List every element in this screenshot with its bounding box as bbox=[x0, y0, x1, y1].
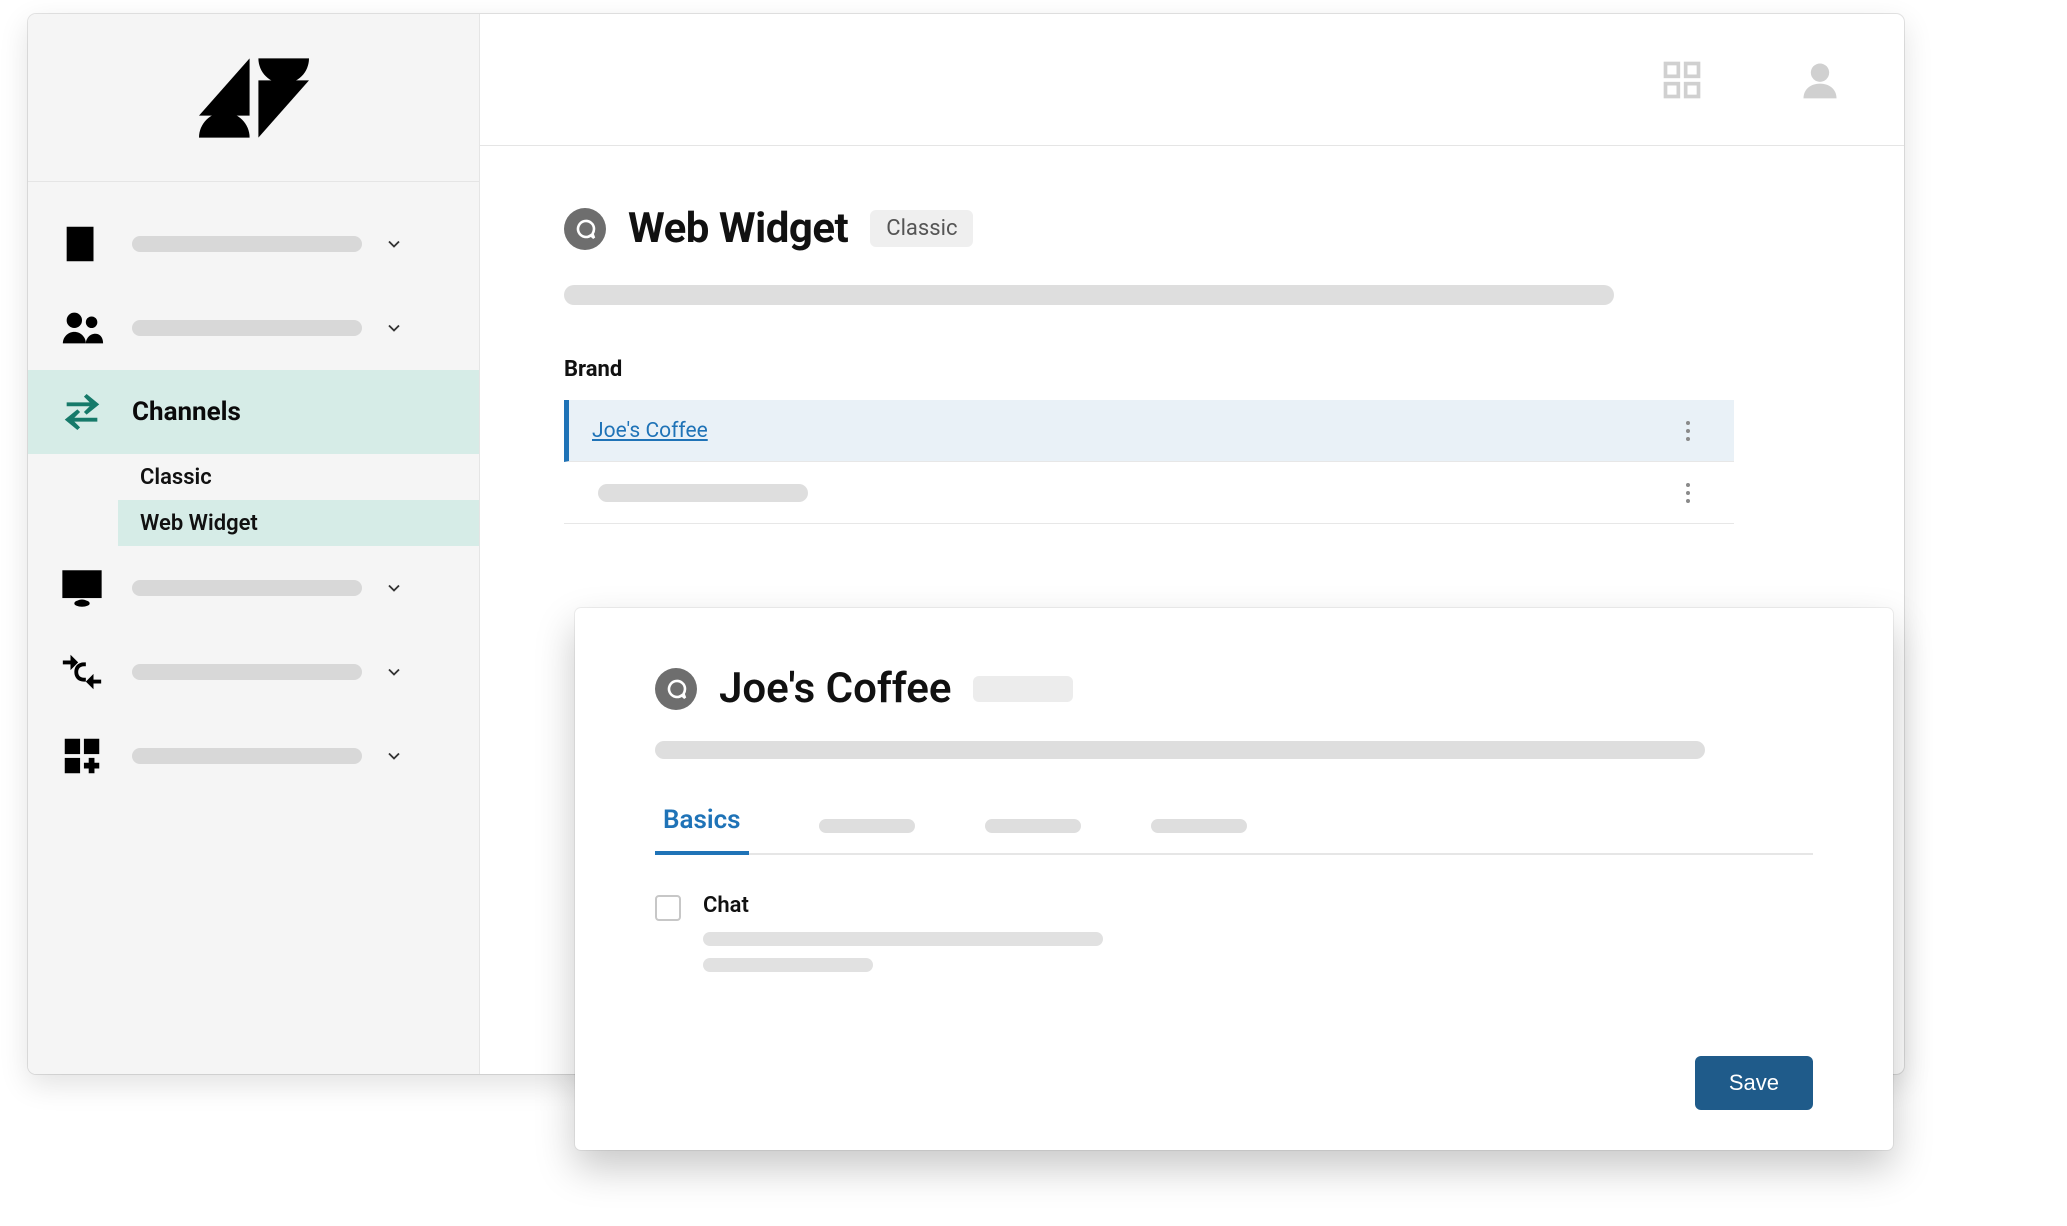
classic-badge: Classic bbox=[870, 210, 973, 247]
placeholder-text bbox=[132, 664, 362, 680]
chat-checkbox[interactable] bbox=[655, 895, 681, 921]
page-title: Web Widget bbox=[628, 204, 848, 253]
sidebar-item-label: Channels bbox=[132, 397, 453, 427]
placeholder-text bbox=[655, 741, 1705, 759]
chevron-down-icon bbox=[384, 234, 404, 254]
placeholder-text bbox=[132, 236, 362, 252]
brand-row[interactable] bbox=[564, 462, 1734, 524]
overlay-footer: Save bbox=[655, 1056, 1813, 1110]
option-label: Chat bbox=[703, 893, 1103, 918]
sidebar-item-organization[interactable] bbox=[28, 202, 479, 286]
tab-basics[interactable]: Basics bbox=[655, 805, 749, 855]
building-icon bbox=[54, 216, 110, 272]
brand-section-header: Brand bbox=[564, 357, 1904, 382]
chevron-down-icon bbox=[384, 662, 404, 682]
overlay-title: Joe's Coffee bbox=[719, 664, 951, 713]
option-chat-row: Chat bbox=[655, 893, 1813, 972]
sidebar-sub-web-widget[interactable]: Web Widget bbox=[118, 500, 479, 546]
placeholder-text bbox=[973, 676, 1073, 702]
sidebar-item-workspaces[interactable] bbox=[28, 546, 479, 630]
tab-placeholder[interactable] bbox=[819, 819, 915, 833]
monitor-icon bbox=[54, 560, 110, 616]
brand-link[interactable]: Joe's Coffee bbox=[592, 419, 708, 443]
brand-list: Joe's Coffee bbox=[564, 400, 1734, 524]
page-title-row: Web Widget Classic bbox=[564, 204, 1904, 253]
user-avatar-icon[interactable] bbox=[1796, 56, 1844, 104]
page-content: Web Widget Classic Brand Joe's Coffee bbox=[480, 146, 1904, 524]
sidebar-sub-label: Web Widget bbox=[140, 511, 258, 536]
zendesk-logo-icon bbox=[199, 58, 309, 138]
sidebar-item-apps[interactable] bbox=[28, 714, 479, 798]
brand-settings-overlay: Joe's Coffee Basics Chat Save bbox=[575, 608, 1893, 1150]
sidebar-item-routing[interactable] bbox=[28, 630, 479, 714]
chat-bubble-icon bbox=[564, 208, 606, 250]
apps-add-icon bbox=[54, 728, 110, 784]
save-button[interactable]: Save bbox=[1695, 1056, 1813, 1110]
chat-bubble-icon bbox=[655, 668, 697, 710]
sidebar-item-people[interactable] bbox=[28, 286, 479, 370]
placeholder-text bbox=[598, 484, 808, 502]
sidebar: Channels Classic Web Widget bbox=[28, 14, 480, 1074]
placeholder-text bbox=[564, 285, 1614, 305]
sidebar-logo bbox=[28, 14, 479, 182]
placeholder-text bbox=[132, 580, 362, 596]
overlay-title-row: Joe's Coffee bbox=[655, 664, 1813, 713]
brand-row-selected[interactable]: Joe's Coffee bbox=[564, 400, 1734, 462]
sidebar-sub-classic[interactable]: Classic bbox=[140, 454, 479, 500]
sidebar-sub-label: Classic bbox=[140, 465, 212, 490]
option-body: Chat bbox=[703, 893, 1103, 972]
placeholder-text bbox=[703, 958, 873, 972]
tab-placeholder[interactable] bbox=[985, 819, 1081, 833]
sidebar-nav: Channels Classic Web Widget bbox=[28, 182, 479, 798]
placeholder-text bbox=[132, 748, 362, 764]
chevron-down-icon bbox=[384, 318, 404, 338]
apps-grid-icon[interactable] bbox=[1658, 56, 1706, 104]
people-icon bbox=[54, 300, 110, 356]
tab-placeholder[interactable] bbox=[1151, 819, 1247, 833]
more-actions-icon[interactable] bbox=[1676, 419, 1700, 443]
channels-arrows-icon bbox=[54, 384, 110, 440]
routing-icon bbox=[54, 644, 110, 700]
top-bar bbox=[480, 14, 1904, 146]
overlay-tabs: Basics bbox=[655, 805, 1813, 855]
more-actions-icon[interactable] bbox=[1676, 481, 1700, 505]
placeholder-text bbox=[132, 320, 362, 336]
sidebar-item-channels[interactable]: Channels bbox=[28, 370, 479, 454]
sidebar-sub-channels: Classic Web Widget bbox=[28, 454, 479, 546]
chevron-down-icon bbox=[384, 578, 404, 598]
chevron-down-icon bbox=[384, 746, 404, 766]
placeholder-text bbox=[703, 932, 1103, 946]
